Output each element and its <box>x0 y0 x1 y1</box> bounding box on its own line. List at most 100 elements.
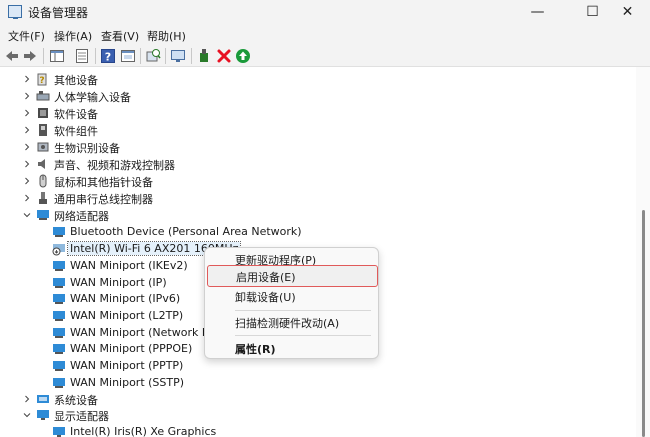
device-manager-app-icon <box>8 5 22 19</box>
chevron-down-icon[interactable] <box>23 411 31 419</box>
chevron-down-icon[interactable] <box>23 211 31 219</box>
network-adapter-icon <box>37 210 49 220</box>
menu-separator <box>235 335 371 336</box>
mouse-icon <box>39 174 47 188</box>
chevron-right-icon[interactable] <box>23 126 31 134</box>
device-view-icon[interactable] <box>120 48 136 64</box>
tree-category-other-devices[interactable]: ? 其他设备 <box>0 71 636 88</box>
software-device-icon <box>38 108 48 118</box>
enable-device-icon[interactable] <box>235 48 251 64</box>
tree-category-label: 显示适配器 <box>54 410 109 423</box>
close-button[interactable]: ✕ <box>605 0 650 25</box>
network-device-row[interactable]: Bluetooth Device (Personal Area Network) <box>0 224 636 241</box>
chevron-right-icon[interactable] <box>23 395 31 403</box>
chevron-right-icon[interactable] <box>23 194 31 202</box>
back-arrow-icon[interactable] <box>4 48 20 64</box>
network-adapter-icon <box>53 311 65 321</box>
chevron-right-icon[interactable] <box>23 92 31 100</box>
network-adapter-icon <box>53 344 65 354</box>
menu-action[interactable]: 操作(A) <box>54 28 92 44</box>
help-icon[interactable]: ? <box>100 48 116 64</box>
tree-category-label: 系统设备 <box>54 394 98 407</box>
network-adapter-icon <box>53 227 65 237</box>
menu-file[interactable]: 文件(F) <box>8 28 45 44</box>
network-adapter-icon <box>53 378 65 388</box>
menu-enable-device[interactable]: 启用设备(E) <box>207 265 378 287</box>
vertical-scrollbar[interactable] <box>636 67 650 437</box>
usb-icon <box>39 192 47 204</box>
unknown-device-icon: ? <box>37 73 47 86</box>
menu-properties[interactable]: 属性(R) <box>205 337 380 359</box>
menu-bar: 文件(F) 操作(A) 查看(V) 帮助(H) <box>0 25 650 45</box>
menu-enable-device-label: 启用设备(E) <box>236 271 296 284</box>
network-adapter-icon <box>53 361 65 371</box>
properties-sheet-icon[interactable] <box>74 48 90 64</box>
tree-category-biometric[interactable]: 生物识别设备 <box>0 139 636 156</box>
software-component-icon <box>39 124 47 136</box>
hid-icon <box>36 91 50 101</box>
network-device-row[interactable]: WAN Miniport (SSTP) <box>0 375 636 392</box>
chevron-right-icon[interactable] <box>23 143 31 151</box>
network-device-label: WAN Miniport (IKEv2) <box>70 259 188 272</box>
toolbar: ? <box>0 45 650 67</box>
menu-uninstall-device-label: 卸载设备(U) <box>235 291 296 304</box>
menu-help[interactable]: 帮助(H) <box>147 28 186 44</box>
menu-uninstall-device[interactable]: 卸载设备(U) <box>205 285 380 307</box>
network-device-label: WAN Miniport (PPPOE) <box>70 342 193 355</box>
tree-category-label: 鼠标和其他指针设备 <box>54 176 153 189</box>
biometric-icon <box>37 142 49 152</box>
tree-category-system-devices[interactable]: 系统设备 <box>0 391 636 408</box>
display-adapter-icon <box>53 427 65 437</box>
network-adapter-icon <box>53 278 65 288</box>
network-device-label: WAN Miniport (L2TP) <box>70 309 184 322</box>
menu-scan-hardware-label: 扫描检测硬件改动(A) <box>235 317 340 330</box>
network-device-row[interactable]: WAN Miniport (PPTP) <box>0 358 636 375</box>
update-driver-icon[interactable] <box>197 48 213 64</box>
chevron-right-icon[interactable] <box>23 160 31 168</box>
menu-view[interactable]: 查看(V) <box>101 28 139 44</box>
menu-properties-label: 属性(R) <box>235 343 276 356</box>
chevron-right-icon[interactable] <box>23 177 31 185</box>
uninstall-x-icon[interactable] <box>216 48 232 64</box>
network-device-label: WAN Miniport (IP) <box>70 276 167 289</box>
svg-text:?: ? <box>39 76 44 86</box>
network-adapter-icon <box>53 261 65 271</box>
tree-category-label: 其他设备 <box>54 74 98 87</box>
tree-category-label: 软件组件 <box>54 125 98 138</box>
chevron-right-icon[interactable] <box>23 109 31 117</box>
network-device-label: WAN Miniport (SSTP) <box>70 376 185 389</box>
scrollbar-thumb[interactable] <box>642 210 645 437</box>
tree-category-usb[interactable]: 通用串行总线控制器 <box>0 190 636 207</box>
tree-category-label: 软件设备 <box>54 108 98 121</box>
speaker-icon <box>38 159 45 169</box>
tree-category-sound-video-game[interactable]: 声音、视频和游戏控制器 <box>0 156 636 173</box>
tree-category-software-components[interactable]: 软件组件 <box>0 122 636 139</box>
show-hide-tree-icon[interactable] <box>49 48 65 64</box>
tree-category-label: 通用串行总线控制器 <box>54 193 153 206</box>
display-adapter-icon <box>37 410 49 420</box>
menu-scan-hardware[interactable]: 扫描检测硬件改动(A) <box>205 311 380 333</box>
tree-category-mice[interactable]: 鼠标和其他指针设备 <box>0 173 636 190</box>
tree-category-hid[interactable]: 人体学输入设备 <box>0 88 636 105</box>
title-bar: 设备管理器 — ☐ ✕ <box>0 0 650 25</box>
disabled-network-adapter-icon <box>52 244 65 256</box>
chevron-right-icon[interactable] <box>23 75 31 83</box>
tree-category-display-adapters[interactable]: 显示适配器 <box>0 407 636 424</box>
tree-category-label: 生物识别设备 <box>54 142 120 155</box>
forward-arrow-icon[interactable] <box>22 48 38 64</box>
display-device-row[interactable]: Intel(R) Iris(R) Xe Graphics <box>0 424 636 437</box>
scan-hardware-icon[interactable] <box>145 48 161 64</box>
tree-category-software-devices[interactable]: 软件设备 <box>0 105 636 122</box>
tree-category-label: 网络适配器 <box>54 210 109 223</box>
window-title: 设备管理器 <box>28 6 89 20</box>
system-device-icon <box>37 395 49 403</box>
display-device-label: Intel(R) Iris(R) Xe Graphics <box>70 425 217 437</box>
tree-category-network-adapters[interactable]: 网络适配器 <box>0 207 636 224</box>
network-adapter-icon <box>53 294 65 304</box>
context-menu: 更新驱动程序(P) 启用设备(E) 卸载设备(U) 扫描检测硬件改动(A) 属性… <box>204 247 379 359</box>
network-device-label: WAN Miniport (IPv6) <box>70 292 181 305</box>
minimize-button[interactable]: — <box>515 0 560 25</box>
monitor-icon[interactable] <box>170 48 186 64</box>
network-adapter-icon <box>53 328 65 338</box>
tree-category-label: 声音、视频和游戏控制器 <box>54 159 175 172</box>
